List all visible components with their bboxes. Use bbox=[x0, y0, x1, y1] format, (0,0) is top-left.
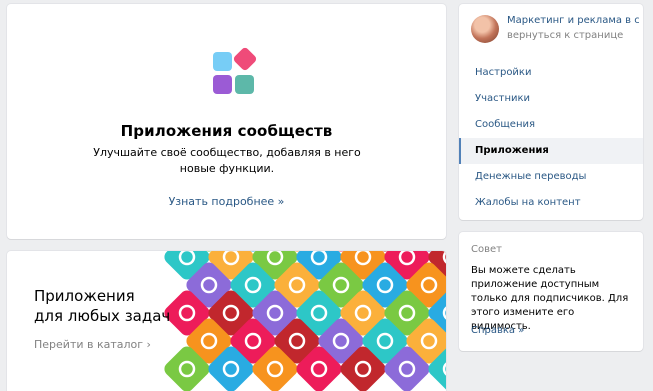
intro-description: Улучшайте своё сообщество, добавляя в не… bbox=[93, 146, 361, 175]
menu-item-money-transfers[interactable]: Денежные переводы bbox=[459, 164, 643, 190]
menu-item-messages[interactable]: Сообщения bbox=[459, 112, 643, 138]
menu-item-apps[interactable]: Приложения bbox=[459, 138, 643, 164]
community-menu: Маркетинг и реклама в с... вернуться к с… bbox=[459, 4, 643, 220]
tip-text: Вы можете сделать приложение доступным т… bbox=[471, 265, 629, 332]
go-to-catalog-link[interactable]: Перейти в каталог › bbox=[34, 338, 151, 351]
intro-title: Приложения сообществ bbox=[120, 122, 333, 140]
catalog-title-line1: Приложения bbox=[34, 287, 135, 305]
apps-catalog-card[interactable]: Приложения для любых задач Перейти в кат… bbox=[7, 251, 446, 391]
learn-more-link[interactable]: Узнать подробнее » bbox=[7, 195, 446, 208]
back-to-page-link[interactable]: вернуться к странице bbox=[507, 30, 623, 41]
apps-intro-card: Приложения сообществ Улучшайте своё сооб… bbox=[7, 4, 446, 239]
group-header[interactable]: Маркетинг и реклама в с... вернуться к с… bbox=[471, 15, 639, 51]
community-apps-logo-icon bbox=[213, 46, 258, 94]
tip-title: Совет bbox=[471, 244, 502, 255]
menu-item-settings[interactable]: Настройки bbox=[459, 60, 643, 86]
menu-item-content-complaints[interactable]: Жалобы на контент bbox=[459, 190, 643, 216]
help-link[interactable]: Справка » bbox=[471, 325, 524, 336]
catalog-title: Приложения для любых задач bbox=[34, 286, 194, 326]
logo-tile-green bbox=[235, 75, 254, 94]
catalog-title-line2: для любых задач bbox=[34, 307, 171, 325]
avatar[interactable] bbox=[471, 15, 499, 43]
group-name[interactable]: Маркетинг и реклама в с... bbox=[507, 15, 639, 26]
menu-item-members[interactable]: Участники bbox=[459, 86, 643, 112]
logo-tile-pink bbox=[232, 46, 258, 72]
menu-list: Настройки Участники Сообщения Приложения… bbox=[459, 60, 643, 216]
tip-card: Совет Вы можете сделать приложение досту… bbox=[459, 232, 643, 351]
logo-tile-blue bbox=[213, 52, 232, 71]
logo-tile-purple bbox=[213, 75, 232, 94]
